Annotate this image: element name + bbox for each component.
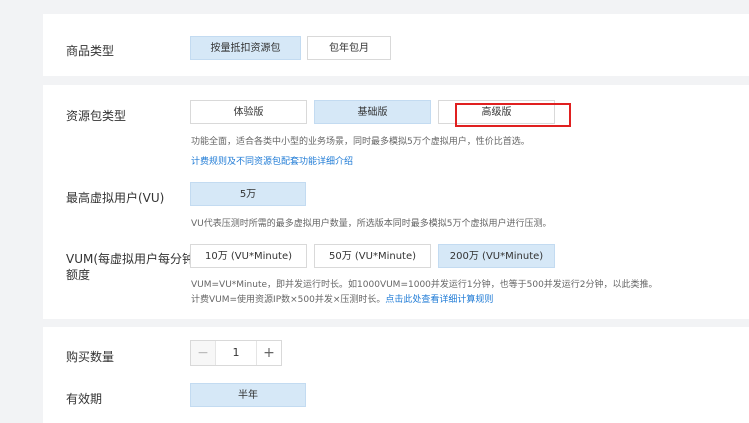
validity-option-half-year[interactable]: 半年 [190,383,306,407]
max-users-label: 最高虚拟用户(VU) [66,191,165,205]
max-users-option[interactable]: 5万 [190,182,306,206]
max-users-description: VU代表压测时所需的最多虚拟用户数量，所选版本同时最多模拟5万个虚拟用户进行压测… [191,219,552,229]
package-option-trial[interactable]: 体验版 [190,100,307,124]
product-type-option-yearly[interactable]: 包年包月 [307,36,391,60]
vum-calc-rules-link[interactable]: 点击此处查看详细计算规则 [385,295,493,305]
product-type-option-deduct[interactable]: 按量抵扣资源包 [190,36,301,60]
vum-option-100k[interactable]: 10万 (VU*Minute) [190,244,307,268]
package-option-advanced[interactable]: 高级版 [438,100,555,124]
product-type-label: 商品类型 [66,44,115,58]
quantity-label: 购买数量 [66,350,115,364]
plus-button[interactable]: + [256,341,281,365]
package-option-basic[interactable]: 基础版 [314,100,431,124]
purchase-card [43,327,749,423]
vum-label-line1: VUM(每虚拟用户每分钟) [66,252,199,266]
package-description: 功能全面，适合各类中小型的业务场景，同时最多模拟5万个虚拟用户，性价比首选。 [191,137,530,147]
minus-button[interactable]: − [191,341,216,365]
vum-option-2m[interactable]: 200万 (VU*Minute) [438,244,555,268]
quantity-input[interactable]: 1 [216,341,256,365]
package-type-label: 资源包类型 [66,109,127,123]
vum-description-1: VUM=VU*Minute，即并发运行时长。如1000VUM=1000并发运行1… [191,280,658,290]
vum-label-line2: 额度 [66,268,91,282]
vum-description-2-text: 计费VUM=使用资源IP数×500并发×压测时长。 [191,295,386,305]
quantity-stepper: − 1 + [190,340,282,366]
vum-option-500k[interactable]: 50万 (VU*Minute) [314,244,431,268]
package-rules-link[interactable]: 计费规则及不同资源包配套功能详细介绍 [191,154,353,167]
vum-description-2: 计费VUM=使用资源IP数×500并发×压测时长。点击此处查看详细计算规则 [191,292,493,305]
product-type-card [43,14,749,76]
validity-label: 有效期 [66,392,103,406]
